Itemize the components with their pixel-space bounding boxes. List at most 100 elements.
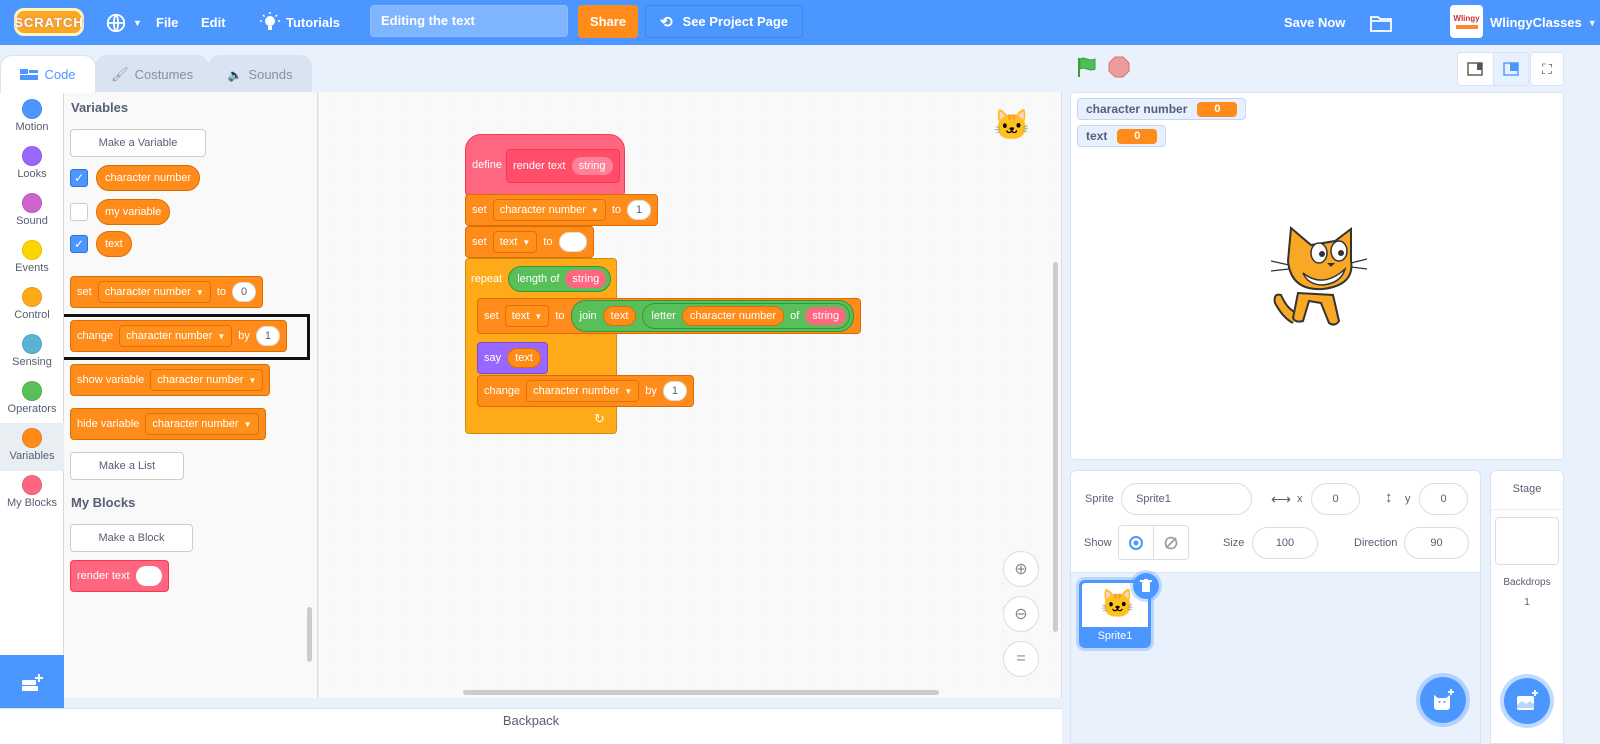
variable-reporter[interactable]: my variable — [96, 199, 171, 225]
change-variable-block[interactable]: change character number ▼ by 1 — [477, 375, 694, 407]
language-menu[interactable]: ▼ — [105, 0, 142, 45]
category-operators[interactable]: Operators — [0, 376, 64, 424]
palette-scrollbar[interactable] — [307, 607, 312, 662]
set-variable-block[interactable]: set text ▼ to — [465, 226, 594, 258]
edit-menu[interactable]: Edit — [201, 0, 226, 45]
edit-label: Edit — [201, 15, 226, 30]
account-menu[interactable]: WlingyClasses ▼ — [1490, 0, 1597, 45]
share-button[interactable]: Share — [578, 5, 638, 38]
backpack[interactable]: Backpack — [0, 708, 1062, 744]
show-variable-block[interactable]: show variable character number ▼ — [70, 364, 271, 396]
user-avatar[interactable]: Wlingy — [1450, 5, 1483, 38]
make-list-button[interactable]: Make a List — [70, 452, 184, 480]
show-visible-button[interactable] — [1118, 525, 1154, 560]
variable-dropdown[interactable]: character number ▼ — [97, 281, 211, 303]
set-variable-block[interactable]: set character number ▼ to 1 — [465, 194, 659, 226]
variable-dropdown[interactable]: text ▼ — [492, 231, 538, 253]
workspace-horizontal-scrollbar[interactable] — [463, 690, 939, 695]
zoom-reset-button[interactable]: = — [1003, 641, 1039, 677]
variable-monitor[interactable]: text 0 — [1077, 125, 1167, 147]
value-input[interactable]: 1 — [662, 381, 687, 401]
zoom-in-button[interactable]: ⊕ — [1003, 551, 1039, 587]
category-control[interactable]: Control — [0, 282, 64, 330]
variable-monitor[interactable]: character number 0 — [1077, 98, 1247, 120]
see-project-page-label: See Project Page — [682, 14, 789, 29]
add-extension-button[interactable] — [0, 655, 64, 713]
variable-reporter[interactable]: character number — [96, 165, 201, 191]
tab-sounds[interactable]: 🔈 Sounds — [208, 55, 312, 93]
make-block-button[interactable]: Make a Block — [70, 524, 193, 552]
category-sound[interactable]: Sound — [0, 188, 64, 236]
variable-dropdown[interactable]: character number ▼ — [492, 199, 606, 221]
scratch-logo[interactable]: SCRATCH — [14, 8, 84, 36]
string-input[interactable] — [135, 566, 162, 586]
size-input[interactable]: 100 — [1252, 527, 1318, 559]
variable-checkbox[interactable]: ✓ — [70, 235, 88, 253]
category-sensing[interactable]: Sensing — [0, 329, 64, 377]
category-variables[interactable]: Variables — [0, 423, 64, 471]
variable-checkbox[interactable]: ✓ — [70, 169, 88, 187]
green-flag-icon[interactable] — [1076, 56, 1098, 78]
sprite-name-input[interactable]: Sprite1 — [1121, 483, 1252, 515]
letter-of-operator[interactable]: letter character number of string — [642, 303, 851, 329]
tutorials-button[interactable]: Tutorials — [260, 0, 340, 45]
tab-costumes[interactable]: 🖌 Costumes — [95, 55, 209, 93]
save-now-button[interactable]: Save Now — [1284, 0, 1345, 45]
large-stage-button[interactable] — [1493, 53, 1528, 85]
small-stage-button[interactable] — [1458, 53, 1494, 85]
choose-sprite-button[interactable] — [1420, 677, 1466, 723]
set-variable-block[interactable]: set text ▼ to join text letter character … — [477, 298, 862, 334]
monitor-label: text — [1086, 129, 1108, 143]
dropdown-value: text — [511, 310, 530, 322]
cat-sprite[interactable] — [1263, 223, 1373, 333]
variable-reporter[interactable]: character number — [681, 306, 785, 326]
stage-target-panel[interactable]: Stage Backdrops 1 — [1490, 470, 1564, 744]
script-workspace[interactable]: 🐱 define render text string set characte… — [319, 92, 1062, 698]
param-reporter[interactable]: string — [805, 307, 847, 325]
join-operator[interactable]: join text letter character number of str… — [570, 300, 855, 332]
render-text-block[interactable]: render text — [70, 560, 169, 592]
category-events[interactable]: Events — [0, 235, 64, 283]
my-stuff-button[interactable] — [1370, 0, 1392, 45]
variable-dropdown[interactable]: character number ▼ — [145, 413, 259, 435]
variable-dropdown[interactable]: character number ▼ — [526, 380, 640, 402]
zoom-out-button[interactable]: ⊖ — [1003, 596, 1039, 632]
param-reporter[interactable]: string — [565, 270, 607, 288]
project-title-input[interactable]: Editing the text — [370, 5, 568, 37]
y-input[interactable]: 0 — [1419, 483, 1468, 515]
variable-reporter[interactable]: text — [602, 306, 637, 326]
hide-variable-block[interactable]: hide variable character number ▼ — [70, 408, 266, 440]
backdrop-thumbnail[interactable] — [1495, 517, 1559, 565]
file-menu[interactable]: File — [156, 0, 178, 45]
length-of-operator[interactable]: length of string — [508, 266, 612, 292]
tab-code-label: Code — [44, 67, 76, 82]
stage-canvas[interactable]: character number 0 text 0 — [1070, 92, 1564, 460]
make-variable-button[interactable]: Make a Variable — [70, 129, 206, 157]
x-input[interactable]: 0 — [1311, 483, 1360, 515]
workspace-vertical-scrollbar[interactable] — [1053, 262, 1058, 632]
category-looks[interactable]: Looks — [0, 141, 64, 189]
param-reporter[interactable]: string — [571, 157, 613, 175]
category-my-blocks[interactable]: My Blocks — [0, 470, 64, 518]
define-hat-block[interactable]: define render text string — [465, 134, 625, 196]
value-input[interactable] — [558, 232, 587, 252]
see-project-page-button[interactable]: ⟲ See Project Page — [645, 5, 803, 38]
delete-sprite-button[interactable] — [1133, 573, 1159, 599]
direction-input[interactable]: 90 — [1404, 527, 1469, 559]
stop-icon[interactable] — [1108, 56, 1130, 78]
value-input[interactable]: 1 — [627, 200, 652, 220]
category-motion[interactable]: Motion — [0, 94, 64, 142]
set-variable-block[interactable]: set character number ▼ to 0 — [70, 276, 264, 308]
choose-backdrop-button[interactable] — [1504, 678, 1550, 724]
variable-reporter[interactable]: text — [507, 348, 541, 368]
value-input[interactable]: 0 — [232, 282, 257, 302]
say-block[interactable]: say text — [477, 342, 548, 374]
fullscreen-button[interactable]: ⛶ — [1530, 52, 1564, 86]
variable-checkbox[interactable] — [70, 203, 88, 221]
variable-reporter[interactable]: text — [96, 231, 132, 257]
variable-dropdown[interactable]: character number ▼ — [150, 369, 264, 391]
show-hidden-button[interactable] — [1153, 525, 1189, 560]
variable-dropdown[interactable]: text ▼ — [504, 305, 550, 327]
events-dot-icon — [22, 240, 42, 260]
tab-code[interactable]: Code — [0, 55, 96, 93]
